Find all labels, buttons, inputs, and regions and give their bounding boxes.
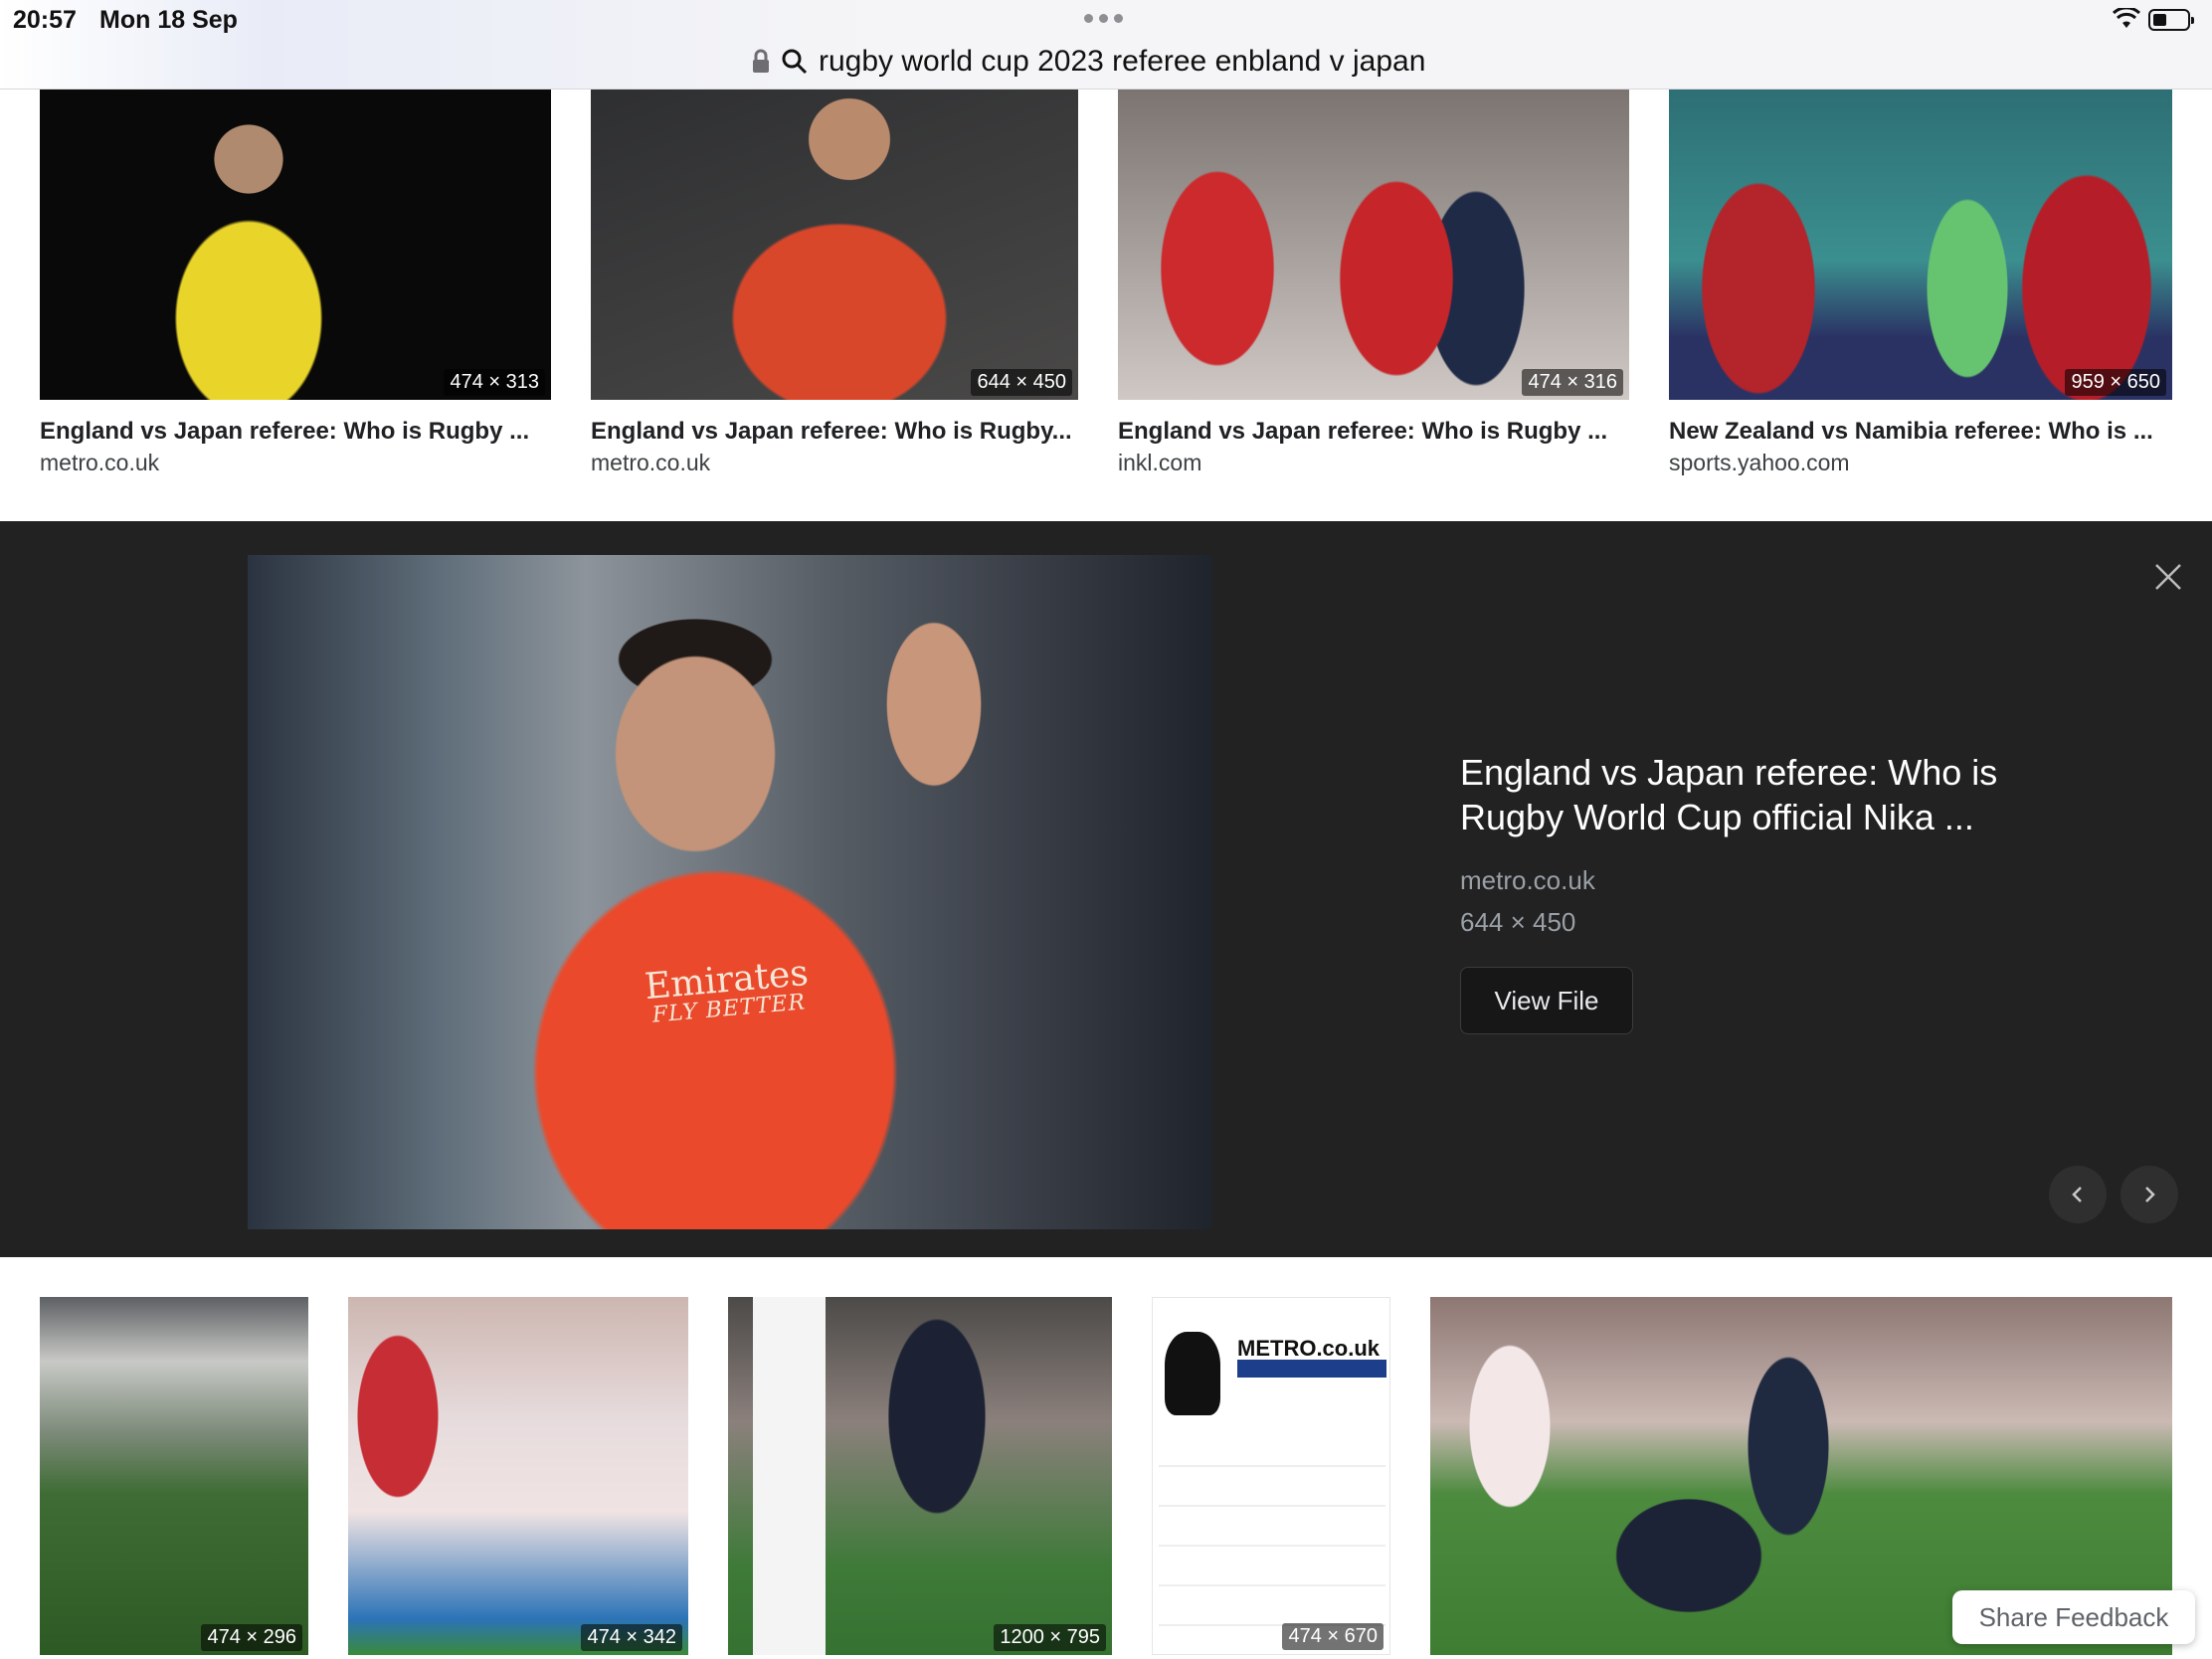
result-image-2[interactable]: 644 × 450 xyxy=(591,90,1078,400)
status-date: Mon 18 Sep xyxy=(99,6,238,34)
image-size-badge: 474 × 313 xyxy=(444,369,545,396)
result-image-8[interactable]: METRO.co.uk 474 × 670 xyxy=(1152,1297,1390,1655)
browser-top-bar: 20:57 Mon 18 Sep rugby world cup 2023 re… xyxy=(0,0,2212,90)
result-image-6[interactable]: 474 × 342 xyxy=(348,1297,688,1655)
image-size-badge: 474 × 316 xyxy=(1522,369,1623,396)
result-title-1[interactable]: England vs Japan referee: Who is Rugby .… xyxy=(40,418,551,446)
preview-dimensions: 644 × 450 xyxy=(1460,907,1576,937)
metro-header-band xyxy=(1237,1360,1386,1378)
image-size-badge: 959 × 650 xyxy=(2065,369,2166,396)
image-size-badge: 474 × 342 xyxy=(581,1624,682,1651)
result-source-2: metro.co.uk xyxy=(591,450,711,475)
share-feedback-button[interactable]: Share Feedback xyxy=(1952,1590,2195,1644)
sweepstake-grid xyxy=(1159,1427,1385,1626)
chevron-right-icon xyxy=(2145,1187,2155,1202)
metro-logo: METRO.co.uk xyxy=(1237,1336,1381,1361)
result-image-7[interactable]: 1200 × 795 xyxy=(728,1297,1112,1655)
close-icon[interactable] xyxy=(2152,561,2184,593)
result-title-2[interactable]: England vs Japan referee: Who is Rugby..… xyxy=(591,418,1078,446)
preview-image[interactable]: Emirates FLY BETTER xyxy=(248,555,1212,1229)
image-size-badge: 644 × 450 xyxy=(971,369,1072,396)
image-size-badge: 474 × 670 xyxy=(1282,1623,1383,1650)
address-bar[interactable]: rugby world cup 2023 referee enbland v j… xyxy=(751,42,1425,82)
shirt-sponsor-text: Emirates FLY BETTER xyxy=(643,952,811,1028)
image-size-badge: 1200 × 795 xyxy=(994,1624,1106,1651)
search-query[interactable]: rugby world cup 2023 referee enbland v j… xyxy=(819,45,1425,79)
result-title-4[interactable]: New Zealand vs Namibia referee: Who is .… xyxy=(1669,418,2172,446)
result-image-1[interactable]: 474 × 313 xyxy=(40,90,551,400)
chevron-left-icon xyxy=(2072,1187,2082,1202)
multitasking-dots-icon[interactable] xyxy=(1084,14,1123,23)
result-title-3[interactable]: England vs Japan referee: Who is Rugby .… xyxy=(1118,418,1629,446)
status-time: 20:57 xyxy=(13,6,77,34)
image-size-badge: 474 × 296 xyxy=(201,1624,302,1651)
battery-icon xyxy=(2148,9,2194,31)
preview-source[interactable]: metro.co.uk xyxy=(1460,865,1595,896)
rugby-player-silhouette xyxy=(1165,1332,1220,1415)
previous-image-button[interactable] xyxy=(2049,1166,2107,1223)
result-image-3[interactable]: 474 × 316 xyxy=(1118,90,1629,400)
result-image-5[interactable]: 474 × 296 xyxy=(40,1297,308,1655)
preview-title[interactable]: England vs Japan referee: Who is Rugby W… xyxy=(1460,750,2097,839)
next-image-button[interactable] xyxy=(2120,1166,2178,1223)
result-source-1: metro.co.uk xyxy=(40,450,160,475)
result-source-4: sports.yahoo.com xyxy=(1669,450,1850,475)
result-source-3: inkl.com xyxy=(1118,450,1202,475)
view-file-button[interactable]: View File xyxy=(1460,967,1633,1034)
result-image-4[interactable]: 959 × 650 xyxy=(1669,90,2172,400)
wifi-icon xyxy=(2113,8,2140,28)
image-preview-panel: Emirates FLY BETTER England vs Japan ref… xyxy=(0,521,2212,1257)
search-icon xyxy=(782,49,808,75)
lock-icon xyxy=(753,49,769,73)
